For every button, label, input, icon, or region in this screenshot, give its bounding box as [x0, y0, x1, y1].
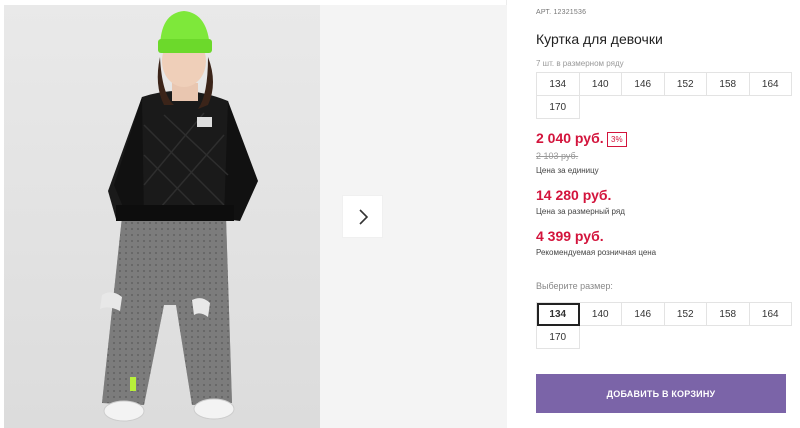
- product-photo-illustration: [100, 11, 258, 422]
- size-option[interactable]: 158: [707, 303, 750, 326]
- size-option[interactable]: 164: [749, 303, 792, 326]
- product-photo[interactable]: [4, 5, 320, 428]
- product-info: АРТ. 12321536 Куртка для девочки 7 шт. в…: [536, 0, 800, 428]
- size-option[interactable]: 152: [664, 303, 707, 326]
- sku: АРТ. 12321536: [536, 9, 586, 16]
- size-row-cell: 146: [622, 73, 665, 96]
- size-row-cell: 152: [664, 73, 707, 96]
- size-row-note: 7 шт. в размерном ряду: [536, 59, 624, 68]
- add-to-cart-button[interactable]: ДОБАВИТЬ В КОРЗИНУ: [536, 374, 786, 413]
- size-selector: 134 140 146 152 158 164 170: [536, 302, 792, 349]
- size-option[interactable]: 170: [537, 326, 580, 349]
- size-option[interactable]: 146: [622, 303, 665, 326]
- size-row-cell: 170: [537, 96, 580, 119]
- retail-price-caption: Рекомендуемая розничная цена: [536, 248, 657, 257]
- size-row-cell: 158: [707, 73, 750, 96]
- size-row-cell: 164: [749, 73, 792, 96]
- product-title: Куртка для девочки: [536, 31, 663, 47]
- choose-size-label: Выберите размер:: [536, 281, 613, 291]
- discount-badge: 3%: [607, 132, 627, 147]
- size-option-selected[interactable]: 134: [537, 303, 580, 326]
- unit-price-caption: Цена за единицу: [536, 166, 599, 175]
- row-price: 14 280 руб.: [536, 187, 612, 203]
- sku-label: АРТ.: [536, 9, 552, 16]
- size-row-cell: 134: [537, 73, 580, 96]
- sku-value: 12321536: [553, 9, 587, 16]
- retail-price: 4 399 руб.: [536, 228, 604, 244]
- size-option[interactable]: 140: [579, 303, 622, 326]
- size-row-cell: 140: [579, 73, 622, 96]
- size-row-grid: 134 140 146 152 158 164 170: [536, 72, 792, 119]
- row-price-caption: Цена за размерный ряд: [536, 207, 625, 216]
- product-gallery: [0, 0, 507, 428]
- gallery-next-button[interactable]: [343, 196, 382, 237]
- chevron-right-icon: [358, 208, 368, 225]
- old-price: 2 103 руб.: [536, 151, 579, 161]
- unit-price: 2 040 руб.: [536, 130, 604, 146]
